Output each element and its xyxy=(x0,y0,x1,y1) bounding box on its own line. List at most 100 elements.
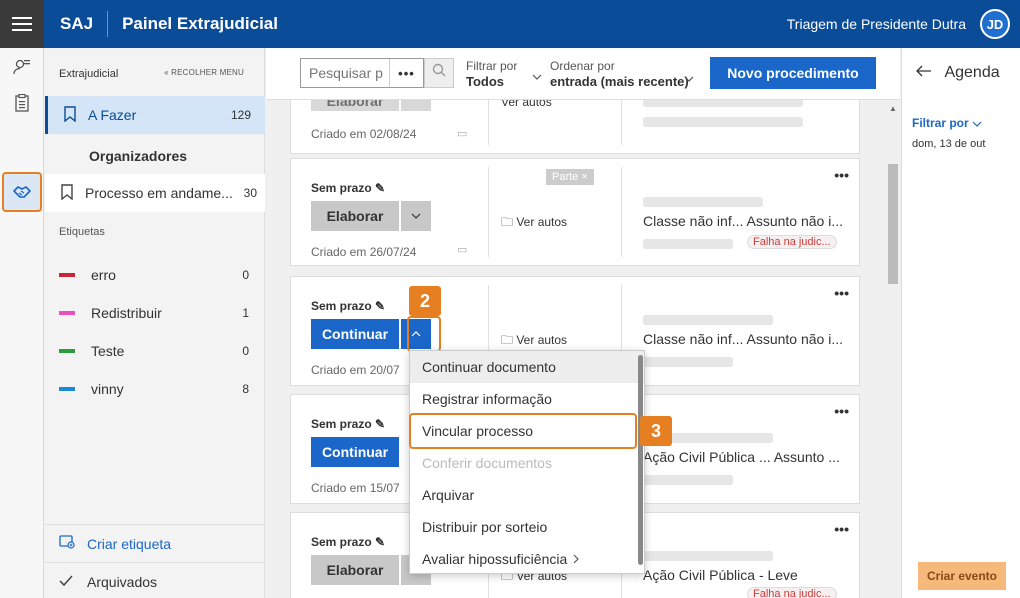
step-badge-3: 3 xyxy=(640,416,672,446)
tag-add-icon xyxy=(59,535,75,552)
scroll-up-icon[interactable]: ▲ xyxy=(889,104,897,113)
tag-color xyxy=(59,349,75,353)
chevron-down-icon xyxy=(684,70,694,86)
create-tag-label: Criar etiqueta xyxy=(87,535,172,552)
search-input[interactable] xyxy=(309,65,389,81)
agenda-panel: Agenda Filtrar por dom, 13 de out Criar … xyxy=(901,48,1020,598)
menu-item-arquivar[interactable]: Arquivar xyxy=(410,479,644,511)
menu-item-registrar-informacao[interactable]: Registrar informação xyxy=(410,383,644,415)
pencil-icon[interactable]: ✎ xyxy=(375,535,385,549)
sidebar-item-organizadores[interactable]: Organizadores xyxy=(45,137,265,175)
tag-count: 0 xyxy=(242,268,249,282)
elaborar-button[interactable]: Elaborar xyxy=(311,201,399,231)
collapse-menu-button[interactable]: « RECOLHER MENU xyxy=(164,68,244,77)
tag-color xyxy=(59,387,75,391)
comment-icon[interactable]: ▭ xyxy=(457,243,467,256)
more-options-icon[interactable]: ••• xyxy=(834,167,849,183)
process-class: Ação Civil Pública ... Assunto ... xyxy=(643,449,840,465)
filter-value: Todos xyxy=(466,74,505,89)
menu-item-avaliar-hipossuficiencia[interactable]: Avaliar hipossuficiência xyxy=(410,543,644,575)
view-records-link[interactable]: 🗀 Ver autos xyxy=(501,331,567,352)
status-badge: Falha na judic... xyxy=(747,235,837,249)
step-badge-2: 2 xyxy=(409,286,441,316)
create-tag-button[interactable]: Criar etiqueta xyxy=(45,524,265,562)
elaborar-button[interactable]: Elaborar xyxy=(311,100,399,111)
deadline-label: Sem prazo ✎ xyxy=(311,181,386,195)
scroll-thumb[interactable] xyxy=(888,164,898,284)
tag-item-vinny[interactable]: vinny 8 xyxy=(59,370,255,408)
pencil-icon[interactable]: ✎ xyxy=(375,299,385,313)
user-search-icon[interactable] xyxy=(10,58,34,82)
task-card[interactable]: Elaborar Criado em 02/08/24 ▭ Ver autos xyxy=(290,100,860,154)
filter-dropdown[interactable]: Filtrar por Todos xyxy=(466,58,542,90)
tag-item-teste[interactable]: Teste 0 xyxy=(59,332,255,370)
order-value: entrada (mais recente) xyxy=(550,74,689,89)
avatar[interactable]: JD xyxy=(980,9,1010,39)
view-records-link[interactable]: 🗀 Ver autos xyxy=(501,213,567,234)
status-badge: Falha na judic... xyxy=(747,587,837,598)
brand: SAJ xyxy=(60,14,94,33)
new-procedure-button[interactable]: Novo procedimento xyxy=(710,57,876,89)
page-title: Painel Extrajudicial xyxy=(122,14,278,33)
more-options-icon[interactable]: ••• xyxy=(834,403,849,419)
sidebar-item-processo-em-andamento[interactable]: Processo em andame... 30 xyxy=(45,174,265,212)
menu-item-continuar-documento[interactable]: Continuar documento xyxy=(410,351,644,383)
pencil-icon[interactable]: ✎ xyxy=(375,181,385,195)
menu-icon[interactable] xyxy=(0,0,44,48)
archived-button[interactable]: Arquivados xyxy=(45,562,265,598)
more-options-icon[interactable]: ••• xyxy=(389,59,423,87)
search-icon[interactable] xyxy=(424,58,454,88)
comment-icon[interactable]: ▭ xyxy=(457,127,467,140)
sidebar-item-a-fazer[interactable]: A Fazer 129 xyxy=(45,96,265,134)
icon-rail xyxy=(0,48,44,598)
bookmark-icon xyxy=(61,183,73,203)
handshake-icon[interactable] xyxy=(2,172,42,212)
scrollbar[interactable]: ▲ xyxy=(886,100,900,598)
chevron-down-icon[interactable] xyxy=(401,100,431,111)
organization-name[interactable]: Triagem de Presidente Dutra xyxy=(787,16,966,32)
blurred-text xyxy=(643,197,763,207)
created-date: Criado em 26/07/24 xyxy=(311,245,417,259)
chevron-down-icon[interactable] xyxy=(401,201,431,231)
divider xyxy=(488,100,489,145)
blurred-text xyxy=(643,475,733,485)
menu-item-distribuir-por-sorteio[interactable]: Distribuir por sorteio xyxy=(410,511,644,543)
divider xyxy=(621,100,622,145)
agenda-filter[interactable]: Filtrar por xyxy=(912,116,982,130)
blurred-text xyxy=(643,100,803,107)
tag-item-erro[interactable]: erro 0 xyxy=(59,256,255,294)
create-event-button[interactable]: Criar evento xyxy=(918,562,1006,590)
elaborar-button[interactable]: Elaborar xyxy=(311,555,399,585)
agenda-date: dom, 13 de out xyxy=(912,138,986,150)
blurred-text xyxy=(643,357,733,367)
tag-color xyxy=(59,273,75,277)
tag-item-redistribuir[interactable]: Redistribuir 1 xyxy=(59,294,255,332)
bookmark-icon xyxy=(64,105,76,125)
pencil-icon[interactable]: ✎ xyxy=(375,417,385,431)
agenda-title: Agenda xyxy=(944,64,1000,81)
search-box: ••• xyxy=(300,58,424,88)
scrollbar[interactable] xyxy=(638,355,643,565)
filter-label: Filtrar por xyxy=(466,59,518,73)
task-card[interactable]: Sem prazo ✎ Elaborar Criado em 26/07/24 … xyxy=(290,158,860,266)
process-class: Ação Civil Pública - Leve xyxy=(643,567,798,583)
highlight-chevron xyxy=(407,316,441,352)
created-date: Criado em 20/07 xyxy=(311,363,400,377)
continuar-button[interactable]: Continuar xyxy=(311,319,399,349)
order-dropdown[interactable]: Ordenar por entrada (mais recente) xyxy=(550,58,694,90)
chevron-right-icon xyxy=(573,551,580,567)
process-class: Classe não inf... Assunto não i... xyxy=(643,331,844,347)
clipboard-icon[interactable] xyxy=(10,93,34,118)
chevron-down-icon xyxy=(532,68,542,84)
more-options-icon[interactable]: ••• xyxy=(834,285,849,301)
continuar-button[interactable]: Continuar xyxy=(311,437,399,467)
view-records-link[interactable]: Ver autos xyxy=(501,100,552,109)
party-tag[interactable]: Parte × xyxy=(546,169,594,185)
more-options-icon[interactable]: ••• xyxy=(834,521,849,537)
menu-item-conferir-documentos: Conferir documentos xyxy=(422,455,552,471)
order-label: Ordenar por xyxy=(550,59,615,73)
divider xyxy=(107,11,109,37)
chevron-down-icon xyxy=(972,116,982,130)
arrow-left-icon[interactable] xyxy=(916,64,936,81)
highlight-vincular xyxy=(409,413,637,449)
